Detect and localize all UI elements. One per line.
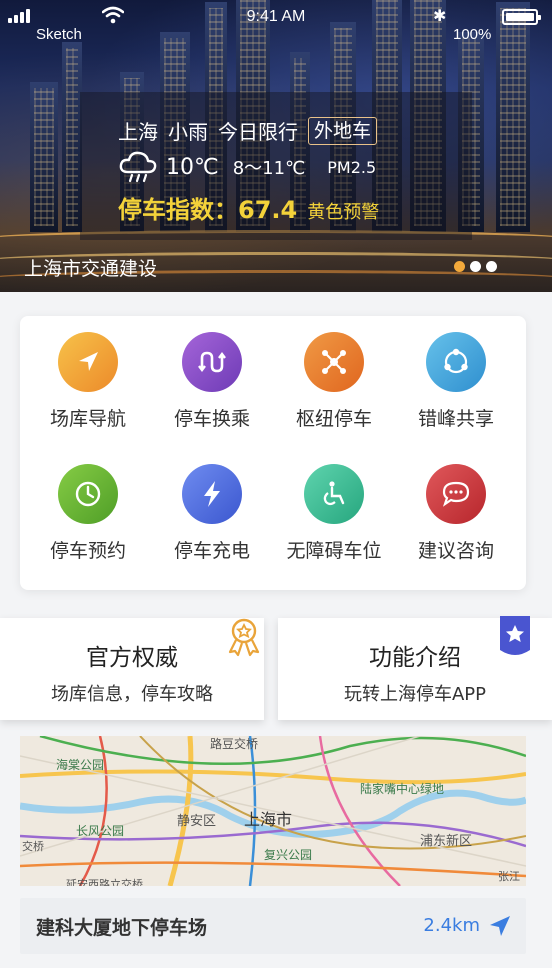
map-view[interactable]: 路豆交桥 海棠公园 上海市 静安区 长风公园 陆家嘴中心绿地 复兴公园 浦东新区… <box>20 736 526 886</box>
map-label: 上海市 <box>244 810 293 829</box>
grid-item-charging[interactable]: 停车充电 <box>152 464 272 563</box>
battery-icon <box>502 9 541 25</box>
grid-item-accessible[interactable]: 无障碍车位 <box>274 464 394 563</box>
city-name: 上海 <box>118 120 158 144</box>
map-label: 路豆交桥 <box>210 737 259 751</box>
carousel-dot[interactable] <box>470 261 481 272</box>
chat-icon <box>426 464 486 524</box>
grid-label: 场库导航 <box>49 408 126 430</box>
bluetooth-icon: ✱ <box>433 6 447 25</box>
clock-icon <box>58 464 118 524</box>
parking-index-line: 停车指数：67.4 黄色预警 <box>118 190 379 225</box>
carousel-dot[interactable] <box>454 261 465 272</box>
destination-distance: 2.4km <box>423 915 480 936</box>
award-ribbon-icon <box>228 618 260 657</box>
map-label: 浦东新区 <box>420 834 473 849</box>
grid-label: 建议咨询 <box>417 540 494 562</box>
carousel-dot[interactable] <box>486 261 497 272</box>
lightning-icon <box>182 464 242 524</box>
carrier-label: Sketch <box>36 26 82 43</box>
map-label: 张江 <box>498 870 520 883</box>
restriction-tag: 外地车 <box>308 116 378 145</box>
feature-subtitle: 场库信息，停车攻略 <box>51 684 213 705</box>
status-bar: Sketch 9:41 AM ✱ 100% <box>0 0 552 48</box>
map-label: 陆家嘴中心绿地 <box>360 782 445 796</box>
map-label: 交桥 <box>22 840 44 853</box>
grid-item-hub[interactable]: 枢纽停车 <box>274 332 394 431</box>
city-weather-line: 上海 小雨 今日限行 外地车 <box>118 116 378 145</box>
grid-item-feedback[interactable]: 建议咨询 <box>396 464 516 563</box>
navigate-arrow-icon[interactable] <box>488 914 512 938</box>
pm25-label: PM2.5 <box>327 157 377 177</box>
grid-label: 停车充电 <box>173 540 250 562</box>
grid-label: 停车换乘 <box>173 408 250 430</box>
service-grid: 场库导航 停车换乘 枢纽停车 错峰共享 停车预约 停车充电 无障碍车位 建议咨询 <box>20 316 526 590</box>
temperature: 10℃ <box>166 154 219 180</box>
weather-text: 小雨 <box>168 120 208 144</box>
grid-label: 错峰共享 <box>417 408 494 430</box>
share-icon <box>426 332 486 392</box>
destination-bar[interactable]: 建科大厦地下停车场 2.4km <box>20 898 526 954</box>
map-label: 海棠公园 <box>56 758 105 772</box>
hero-banner[interactable]: Sketch 9:41 AM ✱ 100% 上海 小雨 今日限行 外地车 10℃… <box>0 0 552 292</box>
grid-label: 停车预约 <box>49 540 126 562</box>
temperature-range: 8～11℃ <box>232 158 306 179</box>
grid-item-navigation[interactable]: 场库导航 <box>28 332 148 431</box>
parking-index: 停车指数：67.4 <box>118 196 298 224</box>
map-label: 延安西路立交桥 <box>66 878 143 886</box>
hub-icon <box>304 332 364 392</box>
banner-caption: 上海市交通建设 <box>24 258 158 280</box>
grid-item-transfer[interactable]: 停车换乘 <box>152 332 272 431</box>
map-label: 长风公园 <box>76 824 125 838</box>
rain-cloud-icon <box>119 151 157 183</box>
app-screen: Sketch 9:41 AM ✱ 100% 上海 小雨 今日限行 外地车 10℃… <box>0 0 552 968</box>
grid-item-reservation[interactable]: 停车预约 <box>28 464 148 563</box>
wheelchair-icon <box>304 464 364 524</box>
carousel-indicator[interactable] <box>454 261 497 272</box>
star-badge-icon <box>500 616 530 655</box>
feature-card-official[interactable]: 官方权威 场库信息，停车攻略 <box>0 618 264 720</box>
restriction-label: 今日限行 <box>218 120 298 144</box>
transfer-icon <box>182 332 242 392</box>
destination-name: 建科大厦地下停车场 <box>36 917 208 939</box>
feature-subtitle: 玩转上海停车APP <box>343 684 487 705</box>
map-label: 复兴公园 <box>264 848 313 862</box>
temperature-line: 10℃ 8～11℃ PM2.5 <box>118 150 376 184</box>
battery-percent: 100% <box>453 26 492 43</box>
warning-level: 黄色预警 <box>307 202 380 223</box>
feature-card-intro[interactable]: 功能介绍 玩转上海停车APP <box>278 616 552 720</box>
status-time: 9:41 AM <box>246 8 306 25</box>
grid-item-share[interactable]: 错峰共享 <box>396 332 516 431</box>
navigation-arrow-icon <box>58 332 118 392</box>
grid-label: 无障碍车位 <box>286 540 382 562</box>
map-label: 静安区 <box>177 814 217 829</box>
grid-label: 枢纽停车 <box>295 408 372 430</box>
